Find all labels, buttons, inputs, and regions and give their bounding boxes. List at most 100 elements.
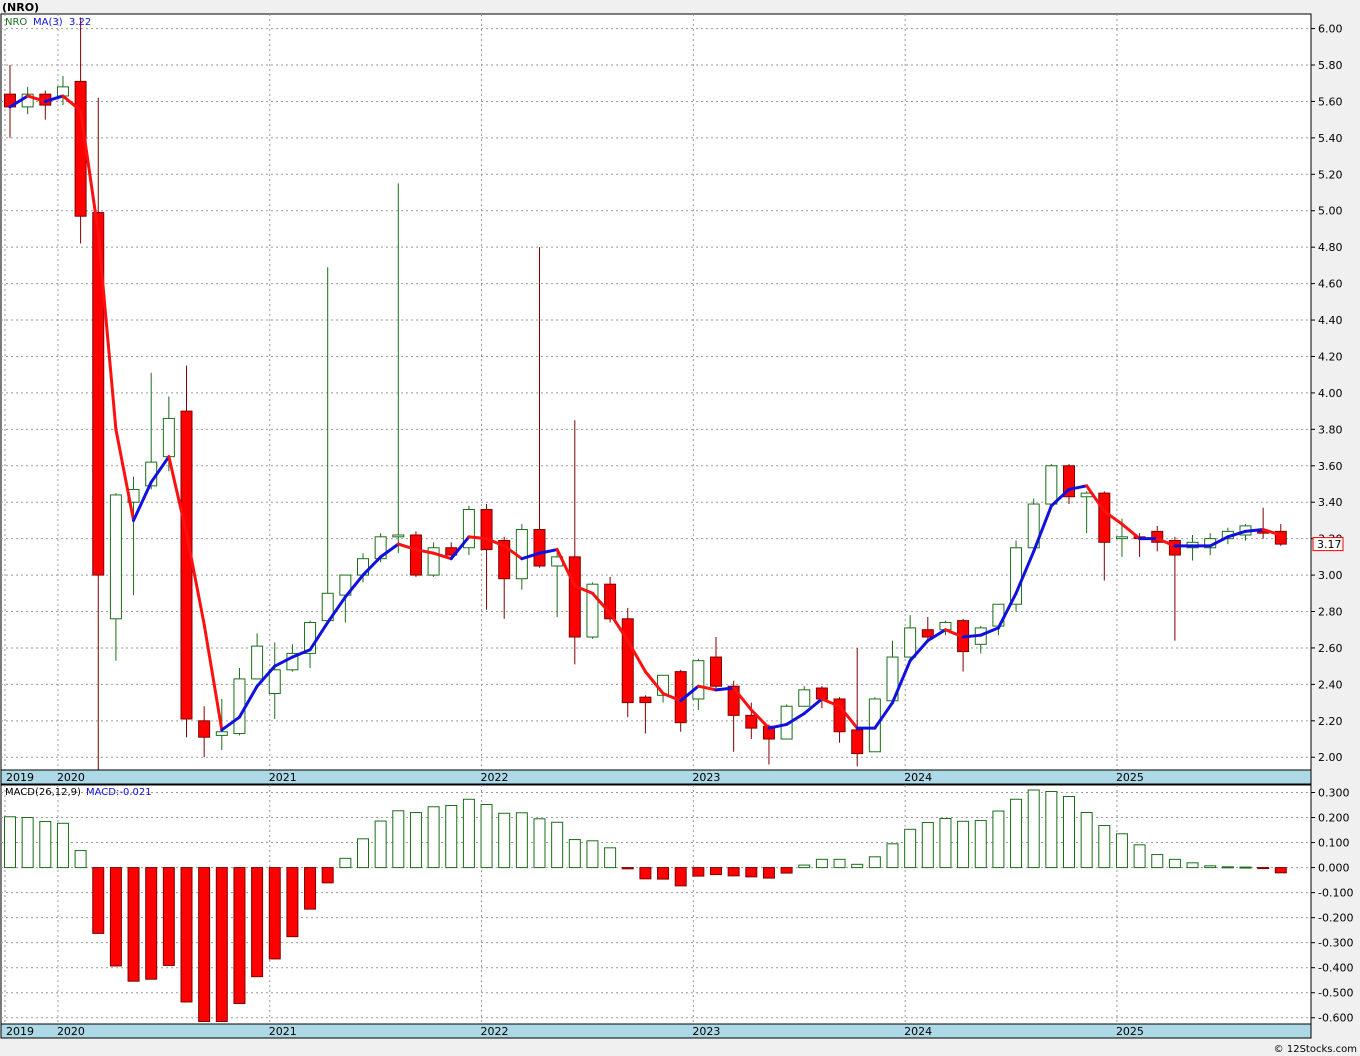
candle-body bbox=[639, 696, 652, 704]
price-x-tick-label: 2025 bbox=[1116, 771, 1144, 784]
macd-bar bbox=[1080, 812, 1093, 869]
candle-body bbox=[621, 618, 634, 704]
candle-body bbox=[868, 698, 881, 753]
macd-bar bbox=[304, 867, 317, 910]
macd-y-tick-label: -0.500 bbox=[1318, 987, 1353, 1000]
candle-body bbox=[409, 534, 422, 576]
macd-bar bbox=[162, 867, 175, 966]
macd-bar bbox=[515, 812, 528, 869]
macd-bar bbox=[533, 818, 546, 869]
macd-bar bbox=[374, 820, 387, 869]
candle-body bbox=[851, 729, 864, 755]
candle-body bbox=[798, 689, 811, 707]
macd-bar bbox=[445, 805, 458, 869]
price-y-tick-label: 4.20 bbox=[1318, 350, 1343, 363]
macd-bar bbox=[56, 822, 69, 869]
candle-body bbox=[568, 556, 581, 638]
macd-bar bbox=[621, 867, 634, 870]
macd-y-tick-label: 0.100 bbox=[1318, 837, 1350, 850]
price-y-tick-label: 5.40 bbox=[1318, 132, 1343, 145]
macd-bar bbox=[251, 867, 264, 978]
macd-bar bbox=[215, 867, 228, 1022]
macd-bar bbox=[568, 839, 581, 869]
price-y-tick-label: 3.00 bbox=[1318, 569, 1343, 582]
macd-y-tick-label: -0.100 bbox=[1318, 887, 1353, 900]
price-y-tick-label: 2.80 bbox=[1318, 606, 1343, 619]
ma3-segment bbox=[467, 535, 489, 541]
macd-bar bbox=[39, 821, 52, 869]
price-y-tick-label: 5.60 bbox=[1318, 95, 1343, 108]
macd-bar bbox=[639, 867, 652, 880]
macd-bar bbox=[1063, 796, 1075, 869]
macd-x-tick-label: 2023 bbox=[692, 1025, 720, 1038]
macd-bar bbox=[886, 843, 899, 869]
price-plot-area bbox=[0, 13, 1312, 771]
macd-plot-area bbox=[0, 784, 1312, 1025]
macd-bar bbox=[1239, 866, 1252, 869]
macd-bar bbox=[480, 804, 493, 869]
candle-body bbox=[921, 629, 934, 638]
macd-bar bbox=[498, 812, 511, 869]
macd-y-tick-label: -0.600 bbox=[1318, 1012, 1353, 1025]
macd-bar bbox=[21, 817, 34, 869]
macd-bar bbox=[1133, 844, 1146, 869]
legend-symbol: NRO bbox=[5, 17, 27, 28]
macd-bar bbox=[1274, 867, 1287, 874]
candle-body bbox=[198, 720, 211, 738]
candle-body bbox=[1115, 536, 1128, 540]
chart-page: 2.002.202.402.602.803.003.203.403.603.80… bbox=[0, 0, 1360, 1056]
macd-bar bbox=[992, 810, 1005, 869]
macd-bar bbox=[409, 812, 422, 869]
macd-y-tick-label: 0.300 bbox=[1318, 787, 1350, 800]
candle bbox=[621, 607, 634, 718]
macd-bar bbox=[321, 867, 334, 884]
macd-bar bbox=[674, 867, 687, 887]
macd-bar bbox=[868, 856, 881, 869]
price-y-tick-label: 5.20 bbox=[1318, 168, 1343, 181]
price-y-tick-label: 3.40 bbox=[1318, 496, 1343, 509]
price-y-tick-label: 3.80 bbox=[1318, 423, 1343, 436]
watermark: © 12Stocks.com bbox=[1274, 1044, 1357, 1055]
ticker-label: (NRO) bbox=[2, 1, 39, 14]
macd-bar bbox=[1168, 858, 1181, 869]
macd-x-tick-label: 2021 bbox=[269, 1025, 297, 1038]
macd-bar bbox=[833, 858, 846, 869]
macd-bar bbox=[339, 857, 352, 869]
candle-body bbox=[392, 534, 405, 538]
macd-bar bbox=[127, 867, 140, 982]
candle-body bbox=[180, 410, 193, 720]
candle bbox=[409, 531, 422, 577]
candle-body bbox=[1168, 539, 1181, 556]
macd-bar bbox=[427, 806, 440, 869]
candle-body bbox=[1098, 492, 1111, 543]
macd-y-tick-label: -0.400 bbox=[1318, 962, 1353, 975]
price-date-strip bbox=[0, 769, 1312, 785]
macd-bar bbox=[1204, 865, 1217, 869]
macd-bar bbox=[692, 867, 705, 877]
macd-bar bbox=[745, 867, 758, 878]
macd-bar bbox=[1115, 833, 1128, 869]
macd-bar bbox=[1221, 866, 1234, 869]
macd-y-tick-label: 0.200 bbox=[1318, 812, 1350, 825]
macd-bar bbox=[1257, 867, 1270, 870]
price-y-tick-label: 4.00 bbox=[1318, 387, 1343, 400]
price-y-tick-label: 2.00 bbox=[1318, 751, 1343, 764]
macd-bar bbox=[657, 867, 670, 880]
macd-y-tick-label: 0.000 bbox=[1318, 862, 1350, 875]
price-x-tick-label: 2024 bbox=[904, 771, 932, 784]
price-y-tick-label: 2.40 bbox=[1318, 678, 1343, 691]
macd-bar bbox=[1045, 791, 1058, 869]
price-y-tick-label: 5.80 bbox=[1318, 59, 1343, 72]
macd-bar bbox=[145, 867, 158, 980]
legend-ma-value: 3.22 bbox=[69, 17, 91, 28]
macd-bar bbox=[92, 867, 105, 934]
candle-body bbox=[745, 714, 758, 729]
macd-bar bbox=[1186, 862, 1199, 869]
candle-body bbox=[710, 656, 722, 687]
price-y-tick-label: 2.60 bbox=[1318, 642, 1343, 655]
macd-date-strip bbox=[0, 1023, 1312, 1039]
candle-body bbox=[74, 80, 87, 217]
price-x-tick-label: 2021 bbox=[269, 771, 297, 784]
macd-bar bbox=[357, 838, 369, 869]
price-y-tick-label: 4.80 bbox=[1318, 241, 1343, 254]
